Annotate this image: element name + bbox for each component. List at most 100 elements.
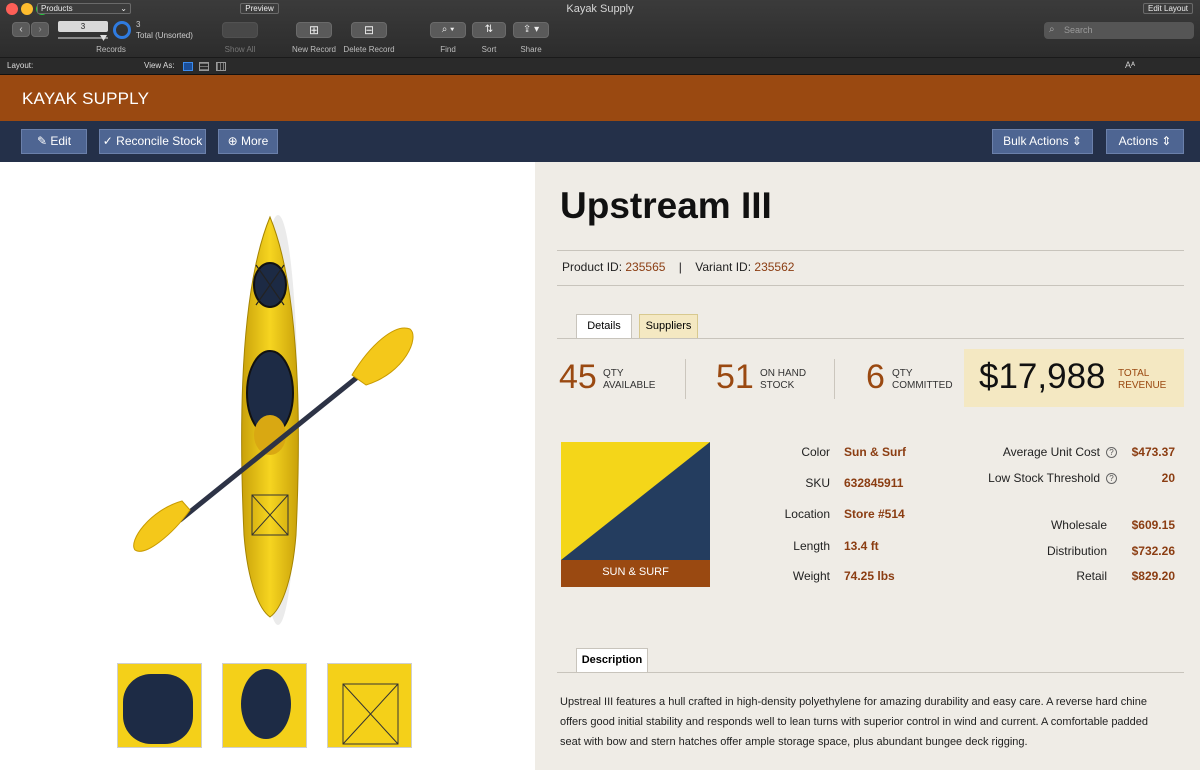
- attr-label-sku: SKU: [805, 476, 830, 490]
- product-name: Upstream III: [560, 185, 772, 226]
- committed-value: 6: [866, 358, 885, 396]
- delete-record-button[interactable]: ⊟: [351, 22, 387, 38]
- chevron-right-icon: ›: [38, 24, 42, 35]
- thumbnail-rigging[interactable]: [327, 663, 412, 748]
- qty-label-line1: QTY: [603, 368, 624, 379]
- revenue-label: TOTAL REVENUE: [1118, 368, 1166, 392]
- committed-label: QTY COMMITTED: [892, 368, 953, 392]
- form-view-icon[interactable]: [183, 62, 193, 71]
- edit-label: Edit: [50, 134, 72, 148]
- price-value-distribution: $732.26: [1131, 544, 1175, 558]
- on-hand-line1: ON HAND: [760, 368, 807, 379]
- record-pie-icon: [113, 21, 131, 39]
- bulk-actions-button[interactable]: Bulk Actions ⇕: [992, 129, 1093, 154]
- tab-details[interactable]: Details: [576, 314, 632, 339]
- layout-select[interactable]: Products ⌄: [37, 3, 131, 14]
- on-hand-value: 51: [716, 358, 754, 396]
- new-record-label: New Record: [291, 45, 336, 54]
- attr-value-weight: 74.25 lbs: [844, 569, 895, 583]
- price-label-retail: Retail: [1076, 569, 1107, 583]
- attr-label-weight: Weight: [792, 569, 830, 583]
- more-label: More: [241, 134, 269, 148]
- price-label-threshold: Low Stock Threshold: [988, 471, 1100, 485]
- price-value-threshold: 20: [1161, 471, 1175, 485]
- actions-button[interactable]: Actions ⇕: [1106, 129, 1184, 154]
- minus-icon: ⊟: [363, 23, 375, 37]
- view-as-label: View As:: [144, 61, 175, 70]
- list-view-icon[interactable]: [199, 62, 209, 71]
- edit-button[interactable]: ✎ Edit: [21, 129, 87, 154]
- delete-record-label: Delete Record: [343, 45, 395, 54]
- revenue-value: $17,988: [979, 357, 1106, 396]
- thumbnail-seat[interactable]: [117, 663, 202, 748]
- font-size-icon[interactable]: Aᴬ: [1125, 60, 1135, 70]
- price-label-wholesale: Wholesale: [1050, 518, 1107, 532]
- window-title: Kayak Supply: [566, 3, 634, 15]
- product-id-value: 235565: [625, 260, 666, 274]
- plus-circle-icon: ⊕: [227, 134, 242, 148]
- variant-id-label: Variant ID:: [695, 260, 752, 274]
- find-label: Find: [440, 45, 456, 54]
- swatch-label: SUN & SURF: [602, 566, 669, 578]
- tab-suppliers[interactable]: Suppliers: [639, 314, 698, 339]
- edit-layout-button[interactable]: Edit Layout: [1143, 3, 1193, 14]
- table-view-icon[interactable]: [216, 62, 226, 71]
- attr-value-sku: 632845911: [844, 476, 904, 490]
- qty-available-label: QTY AVAILABLE: [603, 368, 655, 392]
- new-record-button[interactable]: ⊞: [296, 22, 332, 38]
- records-label: Records: [96, 45, 126, 54]
- share-button[interactable]: ⇪ ▾: [513, 22, 549, 38]
- preview-button[interactable]: Preview: [240, 3, 279, 14]
- help-icon[interactable]: ?: [1106, 473, 1117, 484]
- magnifier-icon: ⌕ ▾: [441, 24, 455, 35]
- tab-description[interactable]: Description: [576, 648, 648, 673]
- layout-bar: [0, 58, 1200, 75]
- layout-label: Layout:: [7, 61, 34, 70]
- help-icon[interactable]: ?: [1106, 447, 1117, 458]
- revenue-line2: REVENUE: [1118, 380, 1167, 391]
- total-count: 3: [136, 20, 141, 29]
- committed-line2: COMMITTED: [892, 380, 953, 391]
- price-label-distribution: Distribution: [1046, 544, 1107, 558]
- next-record-button[interactable]: ›: [31, 22, 49, 37]
- plus-icon: ⊞: [308, 23, 320, 37]
- sort-icon: ⇅: [484, 24, 494, 35]
- stat-separator: [834, 359, 835, 399]
- price-value-wholesale: $609.15: [1131, 518, 1175, 532]
- updown-chevron-icon: ⇕: [1068, 134, 1082, 148]
- bulk-actions-label: Bulk Actions: [1003, 134, 1069, 148]
- attr-value-location: Store #514: [844, 507, 905, 521]
- sort-label: Sort: [481, 45, 497, 54]
- total-status: Total (Unsorted): [136, 31, 193, 40]
- attr-value-length: 13.4 ft: [844, 539, 879, 553]
- share-icon: ⇪ ▾: [522, 24, 540, 35]
- tab-underline: [557, 338, 1184, 339]
- chevron-down-icon: ⌄: [120, 4, 127, 13]
- qty-available-value: 45: [559, 358, 597, 396]
- show-all-button[interactable]: [222, 22, 258, 38]
- divider: [557, 285, 1184, 286]
- record-number-field[interactable]: 3: [58, 21, 108, 32]
- thumbnail-hatch[interactable]: [222, 663, 307, 748]
- layout-value: Products: [41, 4, 73, 13]
- stat-separator: [685, 359, 686, 399]
- actions-label: Actions: [1118, 134, 1158, 148]
- find-button[interactable]: ⌕ ▾: [430, 22, 466, 38]
- search-input[interactable]: Search: [1044, 22, 1194, 39]
- price-value-avg-cost: $473.37: [1131, 445, 1175, 459]
- attr-label-length: Length: [793, 539, 830, 553]
- revenue-line1: TOTAL: [1118, 368, 1150, 379]
- previous-record-button[interactable]: ‹: [12, 22, 30, 37]
- sort-button[interactable]: ⇅: [472, 22, 506, 38]
- product-id-label: Product ID:: [562, 260, 623, 274]
- record-slider[interactable]: [58, 37, 108, 39]
- brand-banner: [0, 75, 1200, 121]
- more-button[interactable]: ⊕ More: [218, 129, 278, 154]
- show-all-label: Show All: [224, 45, 256, 54]
- reconcile-stock-button[interactable]: ✓ Reconcile Stock: [99, 129, 206, 154]
- price-value-retail: $829.20: [1131, 569, 1175, 583]
- attr-label-color: Color: [801, 445, 830, 459]
- chevron-left-icon: ‹: [19, 24, 23, 35]
- qty-label-line2: AVAILABLE: [603, 380, 656, 391]
- check-circle-icon: ✓: [102, 134, 117, 148]
